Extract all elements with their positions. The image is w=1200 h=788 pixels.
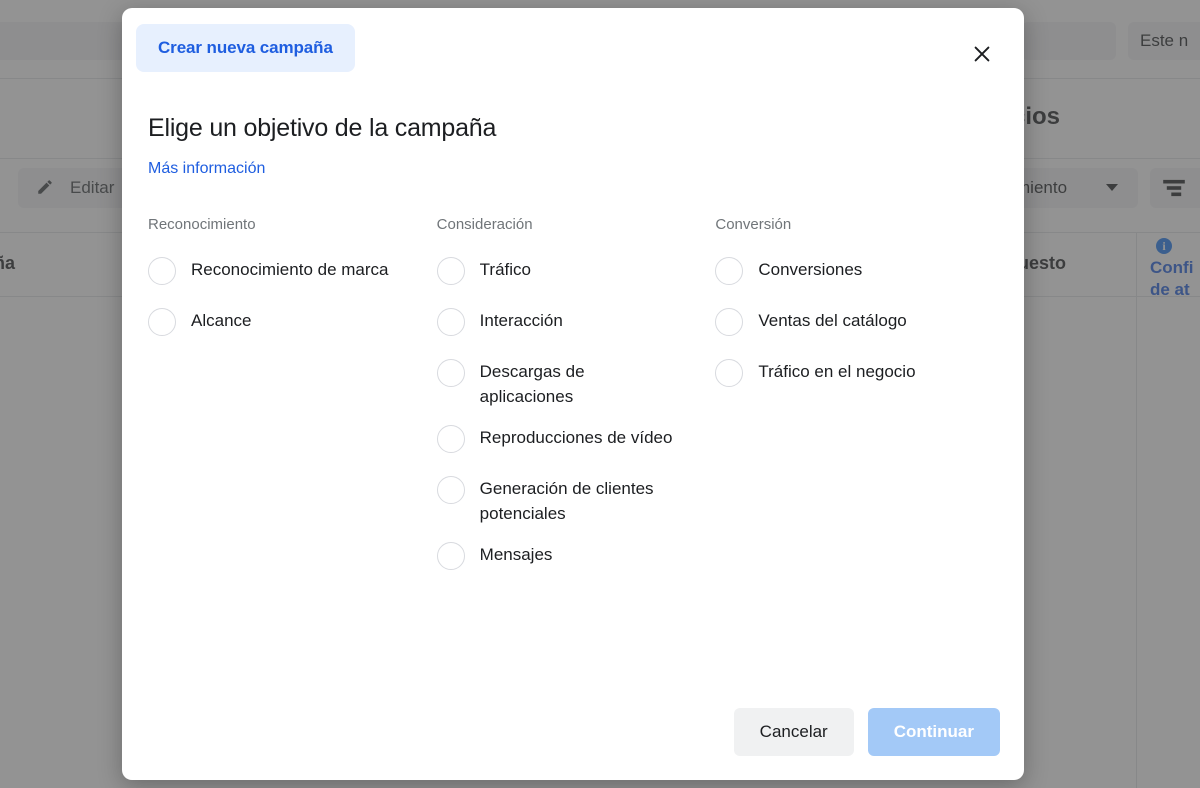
campaign-objective-modal: Crear nueva campaña Elige un objetivo de…	[122, 8, 1024, 780]
objective-option-label: Alcance	[191, 311, 252, 330]
close-button[interactable]	[962, 34, 1002, 74]
objective-column-title: Conversión	[715, 216, 792, 233]
objective-option-trafico[interactable]: Tráfico	[436, 247, 716, 298]
radio-button[interactable]	[436, 476, 465, 504]
objective-option-label: Tráfico en el negocio	[758, 362, 916, 381]
radio-button[interactable]	[715, 257, 744, 285]
radio-button[interactable]	[715, 359, 744, 387]
objective-option-mensajes[interactable]: Mensajes	[436, 532, 716, 583]
objective-option-label: Conversiones	[758, 260, 863, 279]
close-icon	[974, 46, 990, 62]
objective-columns: Reconocimiento Reconocimiento de marca A…	[148, 216, 1004, 583]
objective-option-label: Reproducciones de vídeo	[479, 428, 673, 447]
objective-option-label: Mensajes	[479, 545, 553, 564]
objective-column-consideracion: Consideración Tráfico Interacción Descar…	[436, 216, 716, 583]
objective-column-reconocimiento: Reconocimiento Reconocimiento de marca A…	[148, 216, 437, 583]
objective-option-generacion-de-clientes-potenciales[interactable]: Generación de clientes potenciales	[436, 466, 716, 532]
objective-column-title: Reconocimiento	[148, 216, 256, 233]
modal-footer: Cancelar Continuar	[122, 684, 1024, 780]
objective-option-label: Tráfico	[479, 260, 531, 279]
cancel-button[interactable]: Cancelar	[733, 708, 854, 756]
objective-option-label: Interacción	[479, 311, 563, 330]
radio-button[interactable]	[148, 257, 176, 285]
objective-option-label: Ventas del catálogo	[758, 311, 907, 330]
objective-option-label: Descargas de aplicaciones	[479, 362, 585, 406]
radio-button[interactable]	[436, 308, 465, 336]
page-title: Elige un objetivo de la campaña	[148, 114, 497, 142]
more-info-link[interactable]: Más información	[148, 160, 265, 178]
tab-crear-nueva-campana[interactable]: Crear nueva campaña	[136, 24, 355, 72]
objective-option-reproducciones-de-video[interactable]: Reproducciones de vídeo	[436, 415, 716, 466]
objective-option-interaccion[interactable]: Interacción	[436, 298, 716, 349]
objective-column-title: Consideración	[436, 216, 533, 233]
radio-button[interactable]	[148, 308, 176, 336]
objective-option-conversiones[interactable]: Conversiones	[715, 247, 1004, 298]
radio-button[interactable]	[436, 359, 465, 387]
radio-button[interactable]	[436, 425, 465, 453]
objective-option-ventas-del-catalogo[interactable]: Ventas del catálogo	[715, 298, 1004, 349]
continue-button[interactable]: Continuar	[867, 708, 1000, 756]
objective-option-label: Generación de clientes potenciales	[479, 479, 654, 523]
objective-option-trafico-en-el-negocio[interactable]: Tráfico en el negocio	[715, 349, 1004, 400]
radio-button[interactable]	[436, 257, 465, 285]
objective-option-alcance[interactable]: Alcance	[148, 298, 437, 349]
objective-option-descargas-de-aplicaciones[interactable]: Descargas de aplicaciones	[436, 349, 716, 415]
radio-button[interactable]	[436, 542, 465, 570]
radio-button[interactable]	[715, 308, 744, 336]
objective-option-reconocimiento-de-marca[interactable]: Reconocimiento de marca	[148, 247, 437, 298]
objective-option-label: Reconocimiento de marca	[191, 260, 389, 279]
objective-column-conversion: Conversión Conversiones Ventas del catál…	[715, 216, 1004, 583]
